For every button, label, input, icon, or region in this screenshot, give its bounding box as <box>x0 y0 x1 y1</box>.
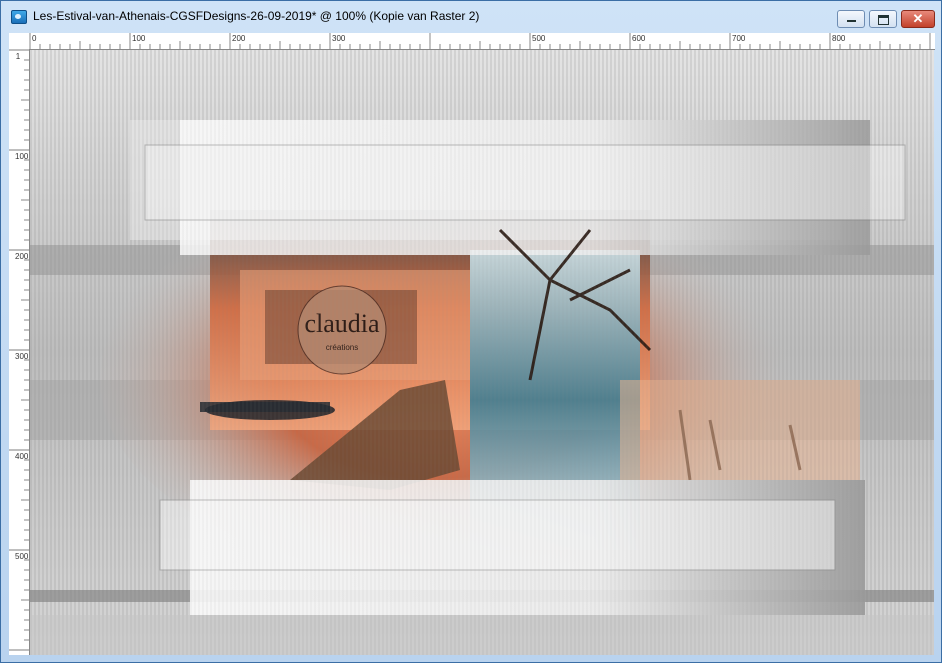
image-document-icon <box>11 10 27 24</box>
vertical-ruler[interactable]: 1 100 200 300 400 500 <box>9 49 30 655</box>
ruler-h-label: 0 <box>32 34 37 43</box>
ruler-h-label: 200 <box>232 34 246 43</box>
title-bar[interactable]: Les-Estival-van-Athenais-CGSFDesigns-26-… <box>1 1 941 31</box>
ruler-v-label: 300 <box>15 352 29 361</box>
ruler-h-label: 600 <box>632 34 646 43</box>
image-canvas[interactable]: claudia créations <box>30 50 934 655</box>
window-title: Les-Estival-van-Athenais-CGSFDesigns-26-… <box>33 9 480 23</box>
ruler-h-label: 500 <box>532 34 546 43</box>
ruler-h-label: 100 <box>132 34 146 43</box>
ruler-h-label: 300 <box>332 34 346 43</box>
maximize-button[interactable] <box>869 10 897 28</box>
ruler-v-label: 200 <box>15 252 29 261</box>
horizontal-ruler[interactable]: 0 100 200 300 500 600 700 800 <box>29 33 935 50</box>
ruler-v-label: 1 <box>15 52 21 61</box>
ruler-corner <box>9 33 30 50</box>
ruler-v-label: 100 <box>15 152 29 161</box>
ruler-h-label: 800 <box>832 34 846 43</box>
ruler-v-label: 400 <box>15 452 29 461</box>
close-icon: ✕ <box>912 11 924 26</box>
ruler-h-label: 700 <box>732 34 746 43</box>
image-window: Les-Estival-van-Athenais-CGSFDesigns-26-… <box>0 0 942 663</box>
close-button[interactable]: ✕ <box>901 10 935 28</box>
artwork: claudia créations <box>30 50 934 655</box>
minimize-button[interactable] <box>837 10 865 28</box>
ruler-v-label: 500 <box>15 552 29 561</box>
